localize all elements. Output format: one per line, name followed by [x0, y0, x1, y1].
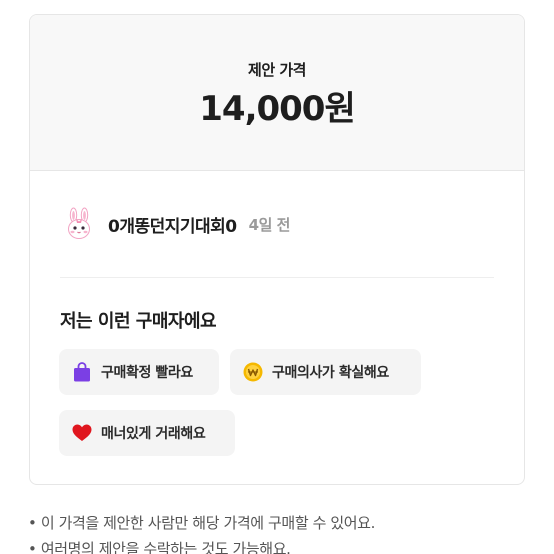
seller-name[interactable]: 0개똥던지기대회0 [108, 212, 237, 237]
note-item: • 이 가격을 제안한 사람만 해당 가격에 구매할 수 있어요. [28, 514, 375, 532]
seller-time: 4일 전 [248, 215, 291, 234]
offer-card: 제안 가격 14,000원 0개똥던지기대회0 4일 전 저는 이런 구매자에요 [29, 14, 525, 485]
seller-row[interactable]: 0개똥던지기대회0 4일 전 [62, 206, 290, 242]
buyer-section-title: 저는 이런 구매자에요 [60, 311, 217, 332]
offer-price-label: 제안 가격 [248, 61, 306, 79]
note-item: • 여러명의 제안을 수락하는 것도 가능해요. [28, 540, 291, 554]
won-coin-icon [242, 361, 264, 383]
buyer-badge-fast-confirm: 구매확정 빨라요 [59, 349, 219, 395]
heart-icon [71, 422, 93, 444]
bunny-avatar-icon [68, 207, 90, 239]
offer-price-value: 14,000원 [199, 89, 355, 129]
badge-label: 구매의사가 확실해요 [272, 365, 389, 381]
buyer-badge-manners: 매너있게 거래해요 [59, 410, 235, 456]
offer-price-box: 제안 가격 14,000원 [30, 15, 524, 171]
badge-label: 매너있게 거래해요 [101, 426, 206, 442]
notes-list: • 이 가격을 제안한 사람만 해당 가격에 구매할 수 있어요. • 여러명의… [28, 510, 548, 554]
buyer-badge-sure-intent: 구매의사가 확실해요 [230, 349, 421, 395]
badge-label: 구매확정 빨라요 [101, 365, 193, 381]
shopping-bag-icon [71, 361, 93, 383]
divider [60, 277, 494, 278]
